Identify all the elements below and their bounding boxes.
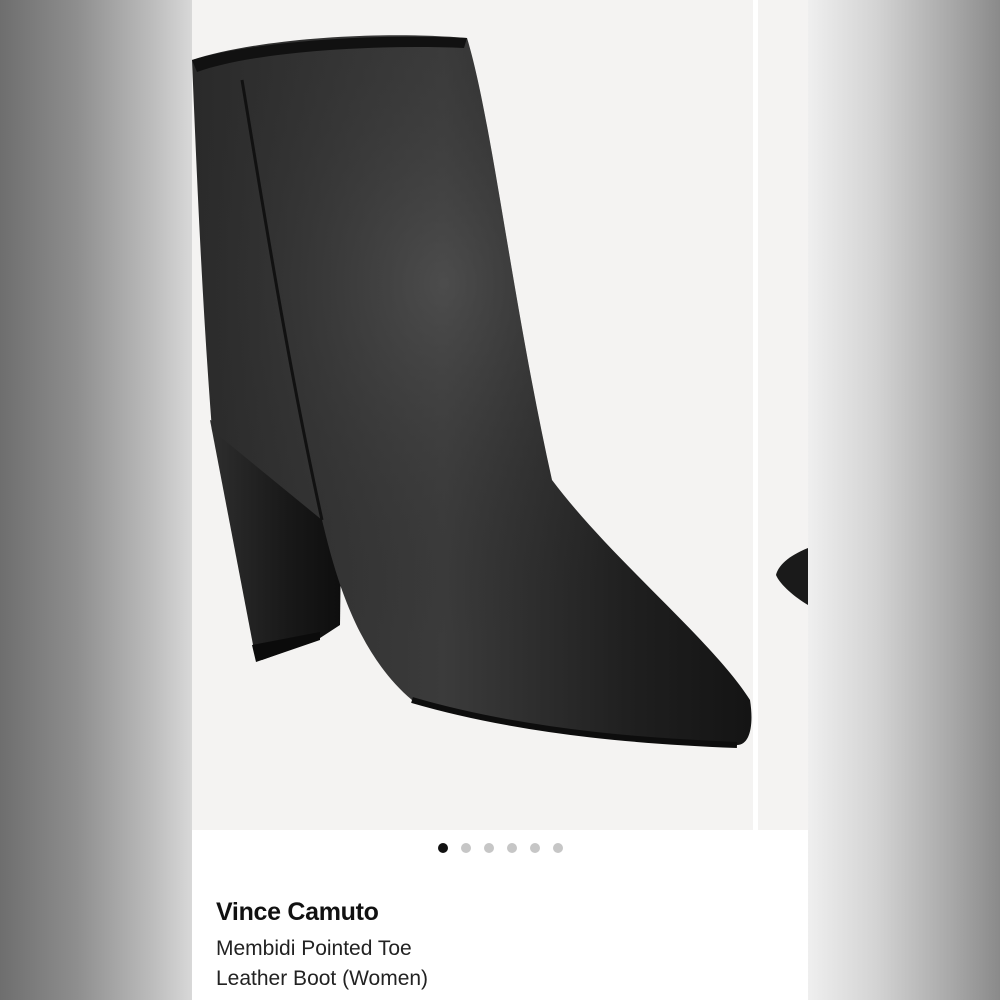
carousel-dot-4[interactable]: [506, 843, 517, 853]
carousel-dot-5[interactable]: [529, 843, 540, 853]
carousel-dot-2[interactable]: [460, 843, 471, 853]
blurred-background-left: [0, 0, 192, 1000]
blurred-background-right: [808, 0, 1000, 1000]
next-boot-toe: [776, 548, 808, 605]
carousel-dot-1[interactable]: [437, 843, 448, 853]
carousel-dot-6[interactable]: [552, 843, 563, 853]
next-image-peek[interactable]: [758, 0, 808, 830]
product-title-line-1: Membidi Pointed Toe: [216, 937, 412, 960]
product-title-line-2: Leather Boot (Women): [216, 967, 429, 990]
product-image[interactable]: [192, 0, 753, 830]
boot-illustration: [192, 35, 752, 748]
brand-name[interactable]: Vince Camuto: [216, 898, 379, 927]
carousel-dot-3[interactable]: [483, 843, 494, 853]
carousel-dots[interactable]: [192, 843, 808, 853]
product-title[interactable]: Membidi Pointed Toe Leather Boot (Women): [216, 934, 636, 994]
product-card[interactable]: Vince Camuto Membidi Pointed Toe Leather…: [192, 0, 808, 1000]
